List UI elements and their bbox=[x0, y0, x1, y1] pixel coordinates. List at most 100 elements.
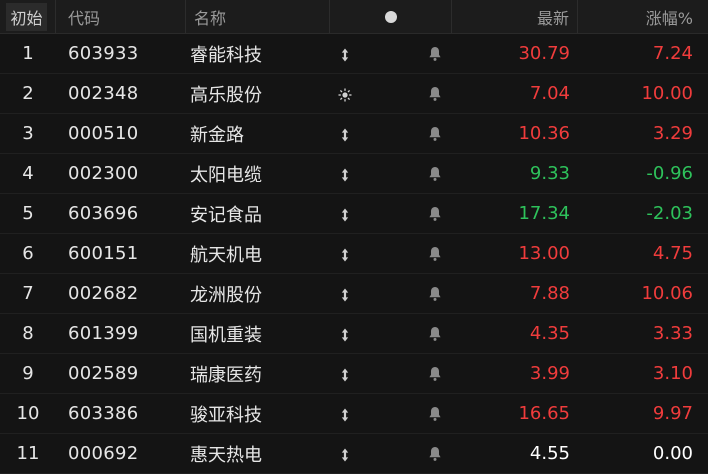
name-cell: 高乐股份 bbox=[186, 74, 330, 113]
code-cell: 601399 bbox=[56, 314, 186, 353]
name-value: 国机重装 bbox=[190, 324, 262, 346]
name-cell: 太阳电缆 bbox=[186, 154, 330, 193]
rank-cell: 1 bbox=[0, 34, 56, 73]
name-value: 睿能科技 bbox=[190, 44, 262, 66]
code-cell: 603933 bbox=[56, 34, 186, 73]
table-row[interactable]: 10 603386 骏亚科技 16.65 9.97 bbox=[0, 394, 708, 434]
sun-icon[interactable] bbox=[338, 86, 352, 102]
change-value: 7.24 bbox=[652, 43, 693, 64]
name-column-header[interactable]: 名称 bbox=[186, 0, 330, 33]
code-cell: 000692 bbox=[56, 434, 186, 473]
bell-icon[interactable] bbox=[428, 326, 442, 342]
up-down-arrows-icon[interactable] bbox=[338, 46, 352, 62]
code-value: 002589 bbox=[68, 363, 139, 384]
bell-icon[interactable] bbox=[428, 166, 442, 182]
code-cell: 600151 bbox=[56, 234, 186, 273]
up-down-arrows-icon[interactable] bbox=[338, 206, 352, 222]
up-down-arrows-icon[interactable] bbox=[338, 406, 352, 422]
price-value: 3.99 bbox=[529, 363, 570, 384]
bell-icon[interactable] bbox=[428, 446, 442, 462]
bell-icon[interactable] bbox=[428, 86, 442, 102]
rank-cell: 7 bbox=[0, 274, 56, 313]
table-row[interactable]: 2 002348 高乐股份 7.04 10.00 bbox=[0, 74, 708, 114]
table-row[interactable]: 11 000692 惠天热电 4.55 0.00 bbox=[0, 434, 708, 474]
bell-icon[interactable] bbox=[428, 366, 442, 382]
table-row[interactable]: 7 002682 龙洲股份 7.88 10.06 bbox=[0, 274, 708, 314]
bell-icon[interactable] bbox=[428, 406, 442, 422]
change-cell: -2.03 bbox=[578, 194, 708, 233]
rank-cell: 4 bbox=[0, 154, 56, 193]
price-value: 13.00 bbox=[518, 243, 570, 264]
code-value: 603386 bbox=[68, 403, 139, 424]
name-value: 龙洲股份 bbox=[190, 284, 262, 306]
up-down-arrows-icon[interactable] bbox=[338, 166, 352, 182]
change-cell: 10.06 bbox=[578, 274, 708, 313]
name-header-label: 名称 bbox=[194, 8, 227, 28]
table-row[interactable]: 1 603933 睿能科技 30.79 7.24 bbox=[0, 34, 708, 74]
bell-icon[interactable] bbox=[428, 206, 442, 222]
rank-cell: 10 bbox=[0, 394, 56, 433]
price-cell: 30.79 bbox=[452, 34, 578, 73]
change-cell: 10.00 bbox=[578, 74, 708, 113]
table-row[interactable]: 4 002300 太阳电缆 9.33 -0.96 bbox=[0, 154, 708, 194]
change-cell: -0.96 bbox=[578, 154, 708, 193]
table-row[interactable]: 5 603696 安记食品 17.34 -2.03 bbox=[0, 194, 708, 234]
rank-header-label: 初始 bbox=[6, 2, 47, 31]
price-value: 16.65 bbox=[518, 403, 570, 424]
table-row[interactable]: 3 000510 新金路 10.36 3.29 bbox=[0, 114, 708, 154]
table-body: 1 603933 睿能科技 30.79 7.24 2 002348 高乐股份 7… bbox=[0, 34, 708, 474]
rank-value: 11 bbox=[16, 443, 40, 464]
change-value: -2.03 bbox=[646, 203, 693, 224]
bell-icon[interactable] bbox=[428, 286, 442, 302]
name-value: 安记食品 bbox=[190, 204, 262, 226]
bell-icon[interactable] bbox=[428, 126, 442, 142]
rank-value: 1 bbox=[22, 43, 34, 64]
up-down-arrows-icon[interactable] bbox=[338, 366, 352, 382]
rank-value: 6 bbox=[22, 243, 34, 264]
up-down-arrows-icon[interactable] bbox=[338, 326, 352, 342]
name-cell: 瑞康医药 bbox=[186, 354, 330, 393]
stock-table: 初始 代码 名称 最新 涨幅% 1 603933 睿能科技 30.79 7.24… bbox=[0, 0, 708, 474]
up-down-arrows-icon[interactable] bbox=[338, 246, 352, 262]
name-value: 新金路 bbox=[190, 124, 244, 146]
change-column-header[interactable]: 涨幅% bbox=[578, 0, 708, 33]
code-value: 603696 bbox=[68, 203, 139, 224]
bell-icon[interactable] bbox=[428, 246, 442, 262]
rank-column-header[interactable]: 初始 bbox=[0, 0, 56, 33]
price-value: 4.55 bbox=[529, 443, 570, 464]
code-column-header[interactable]: 代码 bbox=[56, 0, 186, 33]
price-cell: 7.88 bbox=[452, 274, 578, 313]
change-cell: 7.24 bbox=[578, 34, 708, 73]
up-down-arrows-icon[interactable] bbox=[338, 126, 352, 142]
rank-cell: 5 bbox=[0, 194, 56, 233]
up-down-arrows-icon[interactable] bbox=[338, 286, 352, 302]
price-value: 7.88 bbox=[529, 283, 570, 304]
code-cell: 603696 bbox=[56, 194, 186, 233]
rank-cell: 6 bbox=[0, 234, 56, 273]
bell-icon[interactable] bbox=[428, 46, 442, 62]
price-cell: 4.35 bbox=[452, 314, 578, 353]
code-value: 000692 bbox=[68, 443, 139, 464]
rank-value: 7 bbox=[22, 283, 34, 304]
code-value: 002682 bbox=[68, 283, 139, 304]
up-down-arrows-icon[interactable] bbox=[338, 446, 352, 462]
price-cell: 3.99 bbox=[452, 354, 578, 393]
dot-icon bbox=[384, 10, 397, 23]
rank-value: 8 bbox=[22, 323, 34, 344]
price-value: 4.35 bbox=[529, 323, 570, 344]
code-header-label: 代码 bbox=[68, 8, 101, 28]
table-row[interactable]: 6 600151 航天机电 13.00 4.75 bbox=[0, 234, 708, 274]
name-value: 骏亚科技 bbox=[190, 404, 262, 426]
name-cell: 龙洲股份 bbox=[186, 274, 330, 313]
price-cell: 16.65 bbox=[452, 394, 578, 433]
change-value: 9.97 bbox=[652, 403, 693, 424]
status-column-header[interactable] bbox=[330, 0, 452, 33]
price-cell: 7.04 bbox=[452, 74, 578, 113]
rank-value: 9 bbox=[22, 363, 34, 384]
table-row[interactable]: 9 002589 瑞康医药 3.99 3.10 bbox=[0, 354, 708, 394]
code-value: 601399 bbox=[68, 323, 139, 344]
change-cell: 9.97 bbox=[578, 394, 708, 433]
table-row[interactable]: 8 601399 国机重装 4.35 3.33 bbox=[0, 314, 708, 354]
name-cell: 国机重装 bbox=[186, 314, 330, 353]
price-column-header[interactable]: 最新 bbox=[452, 0, 578, 33]
